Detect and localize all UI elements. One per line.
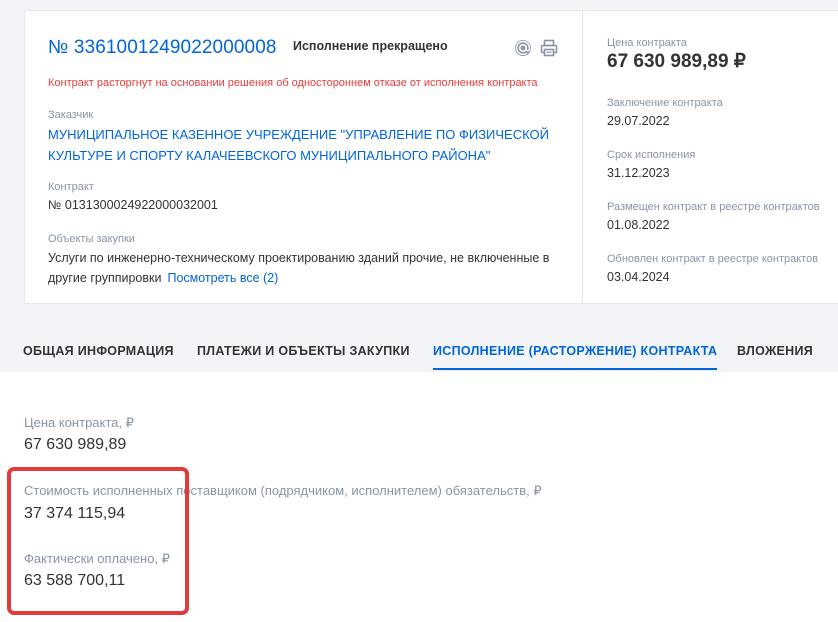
- tab-execution[interactable]: ИСПОЛНЕНИЕ (РАСТОРЖЕНИЕ) КОНТРАКТА: [433, 344, 718, 370]
- term-label: Срок исполнения: [607, 149, 696, 161]
- termination-note: Контракт расторгнут на основании решения…: [48, 77, 538, 89]
- tab-attachments[interactable]: ВЛОЖЕНИЯ: [737, 344, 813, 368]
- tab-payments-objects[interactable]: ПЛАТЕЖИ И ОБЪЕКТЫ ЗАКУПКИ: [197, 344, 410, 368]
- see-all-link[interactable]: Посмотреть все (2): [167, 271, 278, 285]
- at-sign-icon[interactable]: [513, 38, 533, 58]
- conclusion-date: 29.07.2022: [607, 114, 670, 128]
- registry-date: 01.08.2022: [607, 218, 670, 232]
- objects-text: Услуги по инженерно-техническому проекти…: [48, 251, 550, 285]
- registry-label: Размещен контракт в реестре контрактов: [607, 201, 820, 213]
- contract-summary: Цена контракта 67 630 989,89 ₽ Заключени…: [607, 11, 838, 303]
- updated-date: 03.04.2024: [607, 270, 670, 284]
- objects-description: Услуги по инженерно-техническому проекти…: [48, 248, 568, 288]
- highlight-box: [7, 467, 189, 615]
- contract-card: № 3361001249022000008 Исполнение прекращ…: [24, 10, 838, 304]
- price-value: 67 630 989,89 ₽: [607, 51, 746, 72]
- conclusion-label: Заключение контракта: [607, 97, 723, 109]
- customer-label: Заказчик: [48, 109, 94, 121]
- tab-bar: ОБЩАЯ ИНФОРМАЦИЯ ПЛАТЕЖИ И ОБЪЕКТЫ ЗАКУП…: [0, 328, 838, 372]
- exec-price-label: Цена контракта, ₽: [24, 415, 134, 430]
- contract-main-info: № 3361001249022000008 Исполнение прекращ…: [25, 11, 582, 303]
- price-label: Цена контракта: [607, 37, 687, 49]
- contract-number[interactable]: № 3361001249022000008: [48, 37, 277, 59]
- status-badge: Исполнение прекращено: [293, 39, 448, 53]
- customer-link[interactable]: МУНИЦИПАЛЬНОЕ КАЗЕННОЕ УЧРЕЖДЕНИЕ "УПРАВ…: [48, 124, 568, 166]
- exec-price-value: 67 630 989,89: [24, 436, 127, 453]
- printer-icon[interactable]: [539, 38, 559, 58]
- card-divider: [582, 11, 583, 303]
- objects-label: Объекты закупки: [48, 233, 135, 245]
- term-date: 31.12.2023: [607, 166, 670, 180]
- contract-value: № 0131300024922000032001: [48, 198, 218, 212]
- contract-label: Контракт: [48, 181, 94, 193]
- tab-general-info[interactable]: ОБЩАЯ ИНФОРМАЦИЯ: [23, 344, 174, 368]
- updated-label: Обновлен контракт в реестре контрактов: [607, 253, 819, 265]
